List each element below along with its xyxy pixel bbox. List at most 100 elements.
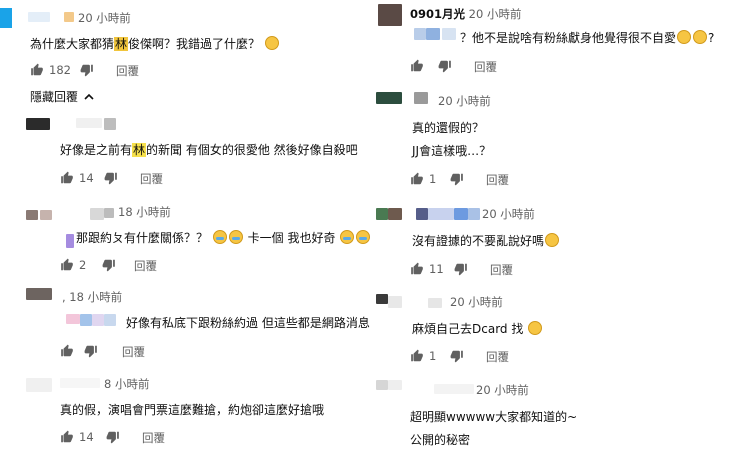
reply-button[interactable]: 回覆	[122, 344, 145, 360]
avatar	[26, 118, 50, 130]
avatar	[376, 294, 388, 304]
thumb-up-icon[interactable]	[60, 258, 74, 272]
reply-button[interactable]: 回覆	[140, 171, 163, 187]
thumb-up-icon[interactable]	[60, 430, 74, 444]
reply-button[interactable]: 回覆	[490, 262, 513, 278]
crying-laughing-emoji-icon	[356, 230, 371, 244]
chevron-up-icon	[84, 93, 94, 100]
hide-replies-button[interactable]: 隱藏回覆	[30, 88, 94, 105]
avatar	[26, 378, 52, 392]
smile-emoji-icon	[693, 30, 708, 44]
redacted-username	[416, 208, 428, 220]
thumb-up-icon[interactable]	[60, 171, 74, 185]
thinking-emoji-icon	[264, 36, 279, 50]
comment-time: 20 小時前	[450, 295, 503, 309]
comment-text-line: JJ會這樣哦…？	[412, 144, 492, 158]
redacted-username	[104, 208, 114, 218]
redacted-username	[28, 12, 50, 22]
reply-comment: 20 小時前 沒有證據的不要亂說好嗎 11 回覆	[372, 200, 746, 284]
thumb-up-icon[interactable]	[410, 349, 424, 363]
redacted-mention	[104, 314, 116, 326]
reply-button[interactable]: 回覆	[142, 430, 165, 446]
thumb-down-icon[interactable]	[84, 344, 98, 358]
reply-button[interactable]: 回覆	[486, 172, 509, 188]
thumb-down-icon[interactable]	[454, 262, 468, 276]
thumb-up-icon[interactable]	[60, 344, 74, 358]
reply-button[interactable]: 回覆	[474, 59, 497, 75]
avatar	[26, 210, 38, 220]
smile-emoji-icon	[528, 321, 543, 335]
redacted-mention	[414, 28, 426, 40]
reply-button[interactable]: 回覆	[486, 349, 509, 365]
comment-actions: 回覆	[410, 59, 610, 75]
crying-laughing-emoji-icon	[340, 230, 355, 244]
comment-time: 20 小時前	[476, 383, 529, 397]
comment-text-line: 真的還假的？	[412, 121, 485, 135]
smile-emoji-icon	[545, 233, 560, 247]
redacted-mention	[426, 28, 440, 40]
comment-actions: 1 回覆	[410, 172, 610, 188]
reply-comment: 好像是之前有林的新聞 有個女的很愛他 然後好像自殺吧 14 回覆	[0, 112, 370, 192]
like-count: 2	[79, 258, 87, 272]
comment-time: 20 小時前	[78, 11, 131, 25]
reply-comment: 20 小時前 超明顯wwwww大家都知道的~ 公開的秘密	[372, 376, 746, 449]
reply-button[interactable]: 回覆	[116, 63, 139, 79]
thumb-down-icon[interactable]	[450, 172, 464, 186]
comment-text: 麻煩自己去Dcard 找	[412, 320, 543, 337]
comment-actions: 182 回覆	[30, 63, 230, 79]
thumb-down-icon[interactable]	[104, 171, 118, 185]
reply-comment: , 18 小時前 好像有私底下跟粉絲約過 但這些都是網路消息 回覆	[0, 284, 370, 364]
comment-text-line: 超明顯wwwww大家都知道的~	[410, 410, 578, 424]
comment-time: , 18 小時前	[62, 290, 123, 304]
thumb-down-icon[interactable]	[102, 258, 116, 272]
comment-text-part: 那跟約ㄆ有什麼關係？？	[76, 231, 209, 245]
redacted-username	[468, 208, 480, 220]
thumb-up-icon[interactable]	[30, 63, 44, 77]
comment-actions: 14 回覆	[60, 171, 260, 187]
comment-text: 好像有私底下跟粉絲約過 但這些都是網路消息	[126, 316, 370, 330]
thumb-down-icon[interactable]	[80, 63, 94, 77]
thumb-down-icon[interactable]	[106, 430, 120, 444]
smile-emoji-icon	[677, 30, 692, 44]
redacted-username	[104, 118, 116, 130]
comment-header: 0901月光 20 小時前	[410, 6, 521, 22]
redacted-username	[414, 92, 428, 104]
comment-text-line: 公開的秘密	[410, 433, 471, 447]
like-count: 1	[429, 349, 437, 363]
redacted-mention	[66, 234, 74, 248]
thumb-up-icon[interactable]	[410, 262, 424, 276]
crying-laughing-emoji-icon	[228, 230, 243, 244]
hide-replies-label: 隱藏回覆	[30, 90, 79, 104]
comment-actions: 1 回覆	[410, 349, 610, 365]
like-count: 14	[79, 430, 94, 444]
redacted-mention	[442, 28, 456, 40]
redacted-username	[64, 12, 74, 22]
avatar	[376, 208, 388, 220]
avatar	[388, 296, 402, 308]
comment-time: 20 小時前	[468, 7, 522, 21]
comment-text-part: 的新聞 有個女的很愛他 然後好像自殺吧	[146, 143, 358, 157]
avatar	[376, 92, 402, 104]
crying-laughing-emoji-icon	[212, 230, 227, 244]
comment-text: 好像是之前有林的新聞 有個女的很愛他 然後好像自殺吧	[60, 141, 358, 158]
redacted-mention	[66, 314, 80, 324]
comment-time: 20 小時前	[438, 94, 491, 108]
like-count: 11	[429, 262, 444, 276]
comment-time: 8 小時前	[104, 377, 150, 391]
thumb-down-icon[interactable]	[438, 59, 452, 73]
like-count: 1	[429, 172, 437, 186]
thumb-up-icon[interactable]	[410, 172, 424, 186]
thumb-down-icon[interactable]	[450, 349, 464, 363]
reply-comment: 18 小時前 那跟約ㄆ有什麼關係？？ 卡一個 我也好奇 2 回覆	[0, 198, 371, 278]
comment-thread: 20 小時前 為什麼大家都猜林俊傑啊？我錯過了什麼？ 182 回覆	[0, 0, 370, 85]
reply-button[interactable]: 回覆	[134, 258, 157, 274]
avatar	[388, 380, 402, 390]
redacted-username	[428, 298, 442, 308]
comment-text-part: 俊傑啊？我錯過了什麼？	[128, 37, 261, 51]
avatar	[40, 210, 52, 220]
comment-text-part: 卡一個 我也好奇	[247, 231, 336, 245]
like-count: 14	[79, 171, 94, 185]
comment-actions: 2 回覆	[60, 258, 260, 274]
thumb-up-icon[interactable]	[410, 59, 424, 73]
comment-author[interactable]: 0901月光	[410, 7, 465, 21]
